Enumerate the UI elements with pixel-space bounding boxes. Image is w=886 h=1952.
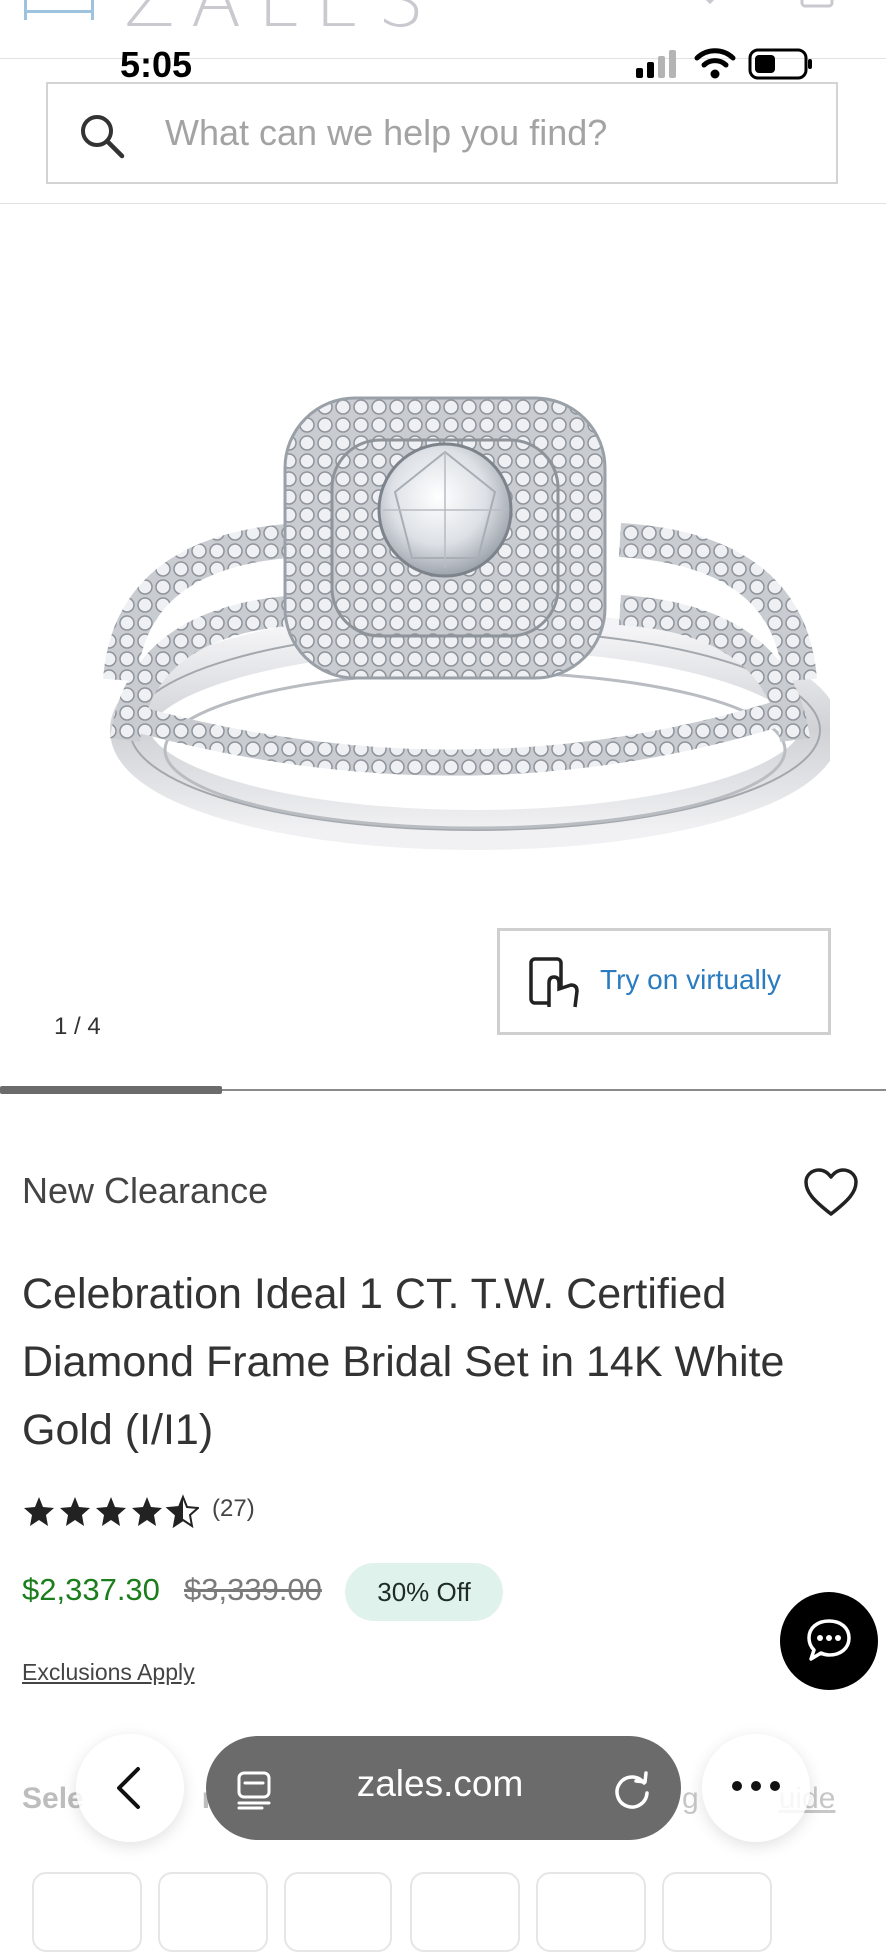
original-price: $3,339.00 [184,1572,322,1607]
sale-price: $2,337.30 [22,1572,160,1607]
star-icon [132,1497,162,1526]
hand-phone-icon [529,957,579,1008]
tabs-icon[interactable] [236,1770,274,1810]
chevron-left-icon [117,1767,140,1809]
browser-back-button[interactable] [76,1734,184,1842]
heart-icon[interactable] [690,0,730,20]
chat-button[interactable] [780,1592,878,1690]
size-option[interactable] [410,1872,520,1952]
heart-outline-icon[interactable] [803,1168,859,1218]
review-count[interactable]: (27) [212,1495,255,1523]
zales-logo[interactable]: ZALES [124,0,440,44]
product-badge: New Clearance [22,1170,269,1211]
star-icon [60,1497,90,1526]
bag-icon[interactable] [800,0,834,10]
browser-url-text[interactable]: zales.com [280,1763,600,1805]
try-on-label[interactable]: Try on virtually [600,964,781,996]
search-placeholder[interactable]: What can we help you find? [165,112,607,154]
signal-icon [636,50,676,78]
star-icon [24,1497,54,1526]
menu-icon[interactable] [24,0,94,28]
wifi-icon [694,48,736,79]
header-divider [0,203,886,204]
chat-icon [807,1619,851,1661]
search-icon[interactable] [78,112,126,160]
product-image[interactable] [100,380,830,900]
exclusions-link[interactable]: Exclusions Apply [22,1659,195,1686]
star-icon [96,1497,126,1526]
size-option[interactable] [662,1872,772,1952]
rating-stars[interactable] [24,1494,199,1528]
size-option[interactable] [158,1872,268,1952]
reload-icon[interactable] [610,1769,654,1813]
product-title: Celebration Ideal 1 CT. T.W. Certified D… [22,1270,785,1454]
discount-badge: 30% Off [345,1563,503,1621]
more-icon [732,1781,780,1791]
battery-icon [748,48,812,80]
status-time: 5:05 [120,44,193,85]
slide-counter: 1 / 4 [54,1013,101,1040]
size-option[interactable] [284,1872,392,1952]
carousel-progress-indicator [0,1086,222,1094]
browser-more-button[interactable] [702,1734,810,1842]
size-option[interactable] [32,1872,142,1952]
size-option[interactable] [536,1872,646,1952]
